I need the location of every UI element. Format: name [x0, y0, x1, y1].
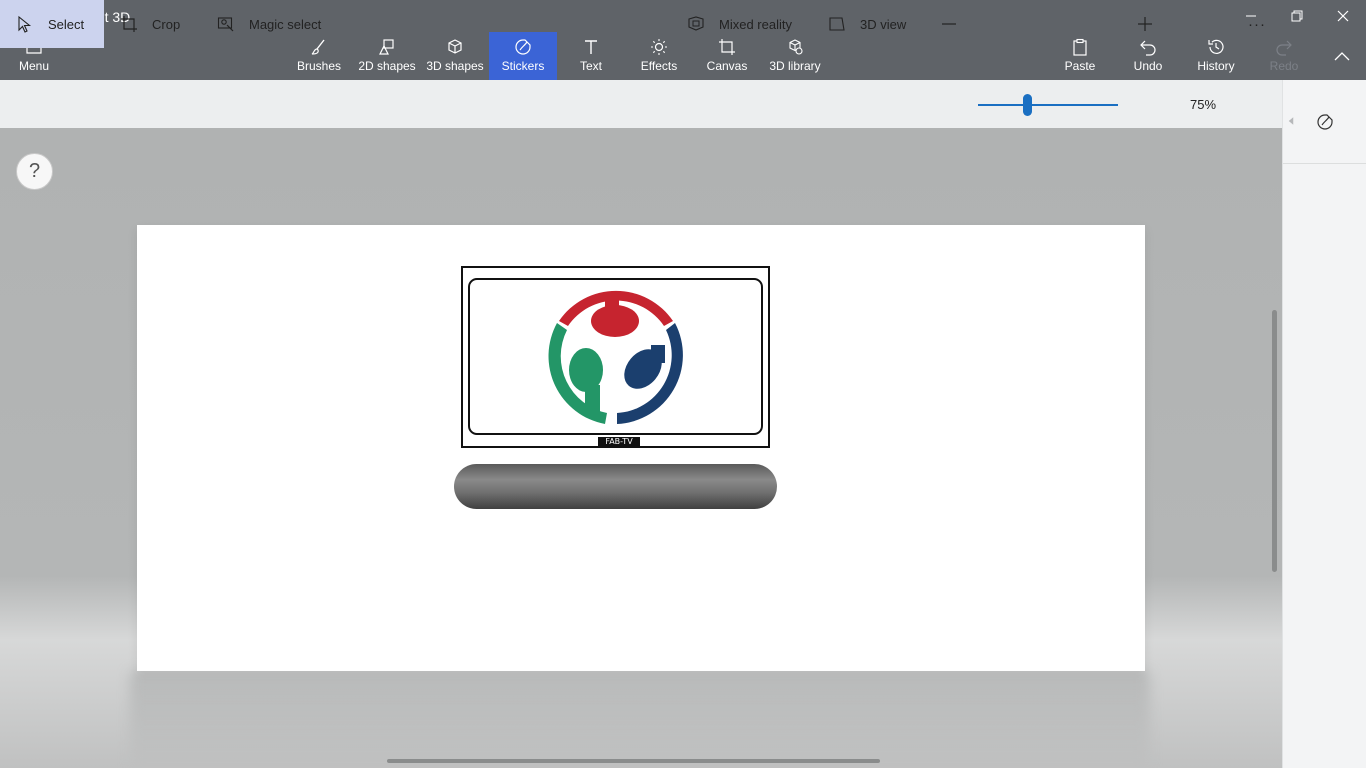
tool-label: Stickers — [501, 59, 545, 73]
close-icon — [1337, 10, 1349, 22]
vertical-scrollbar[interactable] — [1272, 310, 1277, 572]
magic-select-icon — [217, 17, 234, 32]
tool-effects[interactable]: Effects — [633, 32, 685, 80]
mixed-reality-icon — [688, 16, 704, 31]
crop-button[interactable]: Crop — [120, 0, 180, 48]
tool-label: Effects — [640, 59, 678, 73]
history-icon — [1208, 39, 1224, 54]
horizontal-scrollbar[interactable] — [387, 759, 880, 763]
3d-view-label: 3D view — [860, 16, 907, 32]
logo-green-stem — [585, 385, 600, 415]
redo-icon — [1276, 40, 1292, 56]
magic-select-button[interactable]: Magic select — [217, 0, 321, 48]
crop-label: Crop — [152, 16, 181, 32]
tool-label: Canvas — [706, 59, 748, 73]
zoom-in-button[interactable] — [1136, 0, 1156, 48]
crop-icon — [121, 16, 137, 32]
tool-text[interactable]: Text — [566, 32, 616, 80]
tv-label: FAB-TV — [598, 437, 640, 446]
close-button[interactable] — [1320, 0, 1366, 32]
redo-button[interactable]: Redo — [1260, 32, 1308, 80]
select-button[interactable]: Select — [0, 0, 104, 48]
help-button[interactable]: ? — [16, 153, 53, 190]
tool-label: 3D shapes — [426, 59, 484, 73]
side-panel-header — [1283, 80, 1366, 164]
minus-icon — [942, 23, 956, 25]
restore-button[interactable] — [1274, 0, 1320, 32]
menu-label: Menu — [18, 59, 50, 73]
zoom-out-button[interactable] — [940, 0, 960, 48]
sticker-icon — [515, 39, 531, 55]
canvas-shadow — [130, 672, 1150, 768]
tool-label: Brushes — [296, 59, 342, 73]
zoom-slider-track[interactable] — [978, 104, 1118, 106]
paste-button[interactable]: Paste — [1056, 32, 1104, 80]
history-button[interactable]: History — [1190, 32, 1242, 80]
tool-2d-shapes[interactable]: 2D shapes — [356, 32, 418, 80]
text-icon — [585, 40, 597, 54]
redo-label: Redo — [1269, 59, 1299, 73]
ribbon-bar: pnt.png* - Paint 3D Menu Brushes 2D shap… — [0, 0, 1366, 80]
2d-shapes-icon — [379, 39, 394, 55]
restore-icon — [1291, 10, 1303, 22]
tool-label: 3D library — [769, 59, 821, 73]
tool-3d-shapes[interactable]: 3D shapes — [424, 32, 486, 80]
clipboard-icon — [1073, 38, 1087, 56]
undo-label: Undo — [1133, 59, 1163, 73]
history-label: History — [1197, 59, 1235, 73]
paste-label: Paste — [1064, 59, 1096, 73]
cube-icon — [448, 39, 462, 54]
plus-icon — [1138, 17, 1152, 31]
collapse-panel-icon[interactable] — [1288, 117, 1294, 125]
mixed-reality-button[interactable]: Mixed reality — [687, 0, 792, 48]
side-panel — [1282, 80, 1366, 768]
tool-label: Text — [579, 59, 602, 73]
magic-select-label: Magic select — [249, 16, 322, 32]
tv-stand[interactable] — [454, 464, 777, 509]
3d-view-icon — [829, 17, 845, 31]
zoom-slider-thumb[interactable] — [1022, 94, 1032, 116]
zoom-percentage[interactable]: 75% — [1172, 80, 1234, 128]
cursor-icon — [18, 15, 32, 33]
tool-label: 2D shapes — [358, 59, 416, 73]
select-label: Select — [48, 16, 85, 32]
chevron-up-icon — [1334, 52, 1350, 61]
mixed-reality-label: Mixed reality — [719, 16, 792, 32]
logo-blue-stem — [651, 345, 665, 363]
logo-red-stem — [605, 297, 619, 311]
more-options-button[interactable]: ··· — [1248, 0, 1266, 48]
fab-lab-logo[interactable] — [545, 285, 687, 427]
collapse-ribbon-button[interactable] — [1322, 32, 1362, 80]
tool-stickers[interactable]: Stickers — [489, 32, 557, 80]
sun-icon — [651, 39, 667, 55]
sticker-icon — [1317, 114, 1333, 130]
3d-view-button[interactable]: 3D view — [828, 0, 906, 48]
